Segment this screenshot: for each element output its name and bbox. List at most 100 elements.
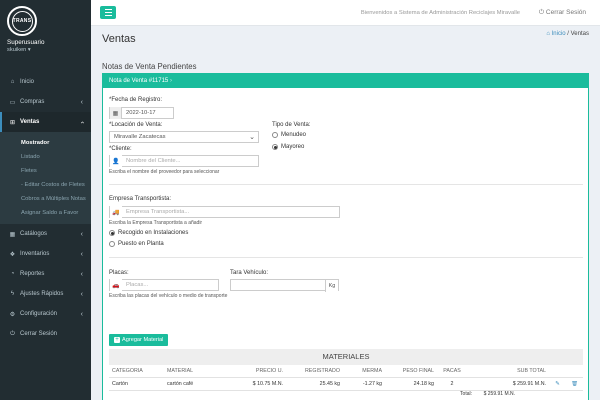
- user-name: Superusuario: [7, 39, 45, 46]
- chart-icon: ◔: [10, 271, 15, 277]
- trash-icon[interactable]: 🗑: [566, 381, 583, 387]
- sidebar-item-label: Compras: [20, 99, 45, 105]
- table-header: CATEGORÍA MATERIAL PRECIO U. REGISTRADO …: [109, 365, 583, 378]
- sidebar-item-label: Ventas: [20, 119, 40, 125]
- sidebar-item-inicio[interactable]: ⌂ Inicio: [0, 72, 91, 92]
- logout-link[interactable]: ⏻ Cerrar Sesión: [539, 9, 586, 17]
- submenu-editar-costos-fletes[interactable]: - Editar Costos de Fletes: [0, 178, 91, 192]
- total-value: $ 259.91 M.N.: [483, 391, 515, 397]
- page-title: Ventas: [102, 33, 136, 45]
- user-menu-toggle[interactable]: skuiken ▾: [7, 47, 85, 53]
- chevron-down-icon: ⌄: [249, 134, 255, 141]
- sidebar-item-label: Cerrar Sesión: [20, 331, 58, 337]
- card-header: Nota de Venta #11715 ›: [103, 74, 588, 88]
- transportista-help: Escriba la Empresa Transportista a añadi…: [109, 220, 203, 226]
- sidebar-item-label: Inventarios: [20, 251, 50, 257]
- cell-peso-final: 24.18 kg: [413, 381, 434, 387]
- breadcrumb-home[interactable]: ⌂ Inicio: [546, 31, 565, 37]
- power-icon: ⏻: [538, 9, 545, 16]
- cell-precio: $ 10.75 M.N.: [252, 381, 283, 387]
- plus-icon: +: [114, 337, 120, 343]
- cubes-icon: ❖: [9, 251, 16, 258]
- home-icon: ⌂: [546, 31, 550, 37]
- menu-toggle-button[interactable]: [100, 6, 116, 19]
- divider: [109, 184, 583, 185]
- cliente-help: Escriba el nombre del proveedor para sel…: [109, 169, 220, 175]
- ventas-submenu: Mostrador Listado Fletes - Editar Costos…: [0, 132, 91, 224]
- placas-help: Escriba las placas del vehículo o medio …: [109, 293, 228, 299]
- home-icon: ⌂: [10, 79, 15, 85]
- sidebar-item-compras[interactable]: ▭ Compras ‹: [0, 92, 91, 112]
- breadcrumb-current: Ventas: [570, 31, 589, 37]
- car-icon: 🚗: [110, 279, 122, 291]
- cliente-label: *Cliente:: [109, 146, 132, 152]
- chevron-left-icon: ‹: [80, 230, 83, 238]
- total-row: Total: $ 259.91 M.N.: [109, 391, 583, 400]
- radio-menudeo[interactable]: Menudeo: [272, 132, 306, 138]
- cell-material: cartón café: [167, 381, 194, 387]
- table-title: MATERIALES: [109, 349, 583, 365]
- sale-note-card: Nota de Venta #11715 › *Fecha de Registr…: [102, 73, 589, 400]
- col-header: MATERIAL: [167, 368, 194, 374]
- tara-input[interactable]: Kg: [230, 279, 339, 292]
- sidebar-item-label: Reportes: [20, 271, 45, 277]
- radio-recogido-instalaciones[interactable]: Recogido en Instalaciones: [109, 230, 188, 236]
- credit-card-icon: ▭: [9, 99, 16, 106]
- chevron-left-icon: ‹: [80, 98, 83, 106]
- table-row: Cartón cartón café $ 10.75 M.N. 25.45 kg…: [109, 378, 583, 391]
- submenu-fletes[interactable]: Fletes: [0, 164, 91, 178]
- transportista-input[interactable]: 🚚 Empresa Transportista...: [109, 206, 340, 218]
- submenu-asignar-saldo[interactable]: Asignar Saldo a Favor: [0, 206, 91, 220]
- company-logo: TRANS: [7, 6, 37, 36]
- sidebar-item-label: Inicio: [20, 79, 35, 85]
- gear-icon: ⚙: [9, 311, 16, 318]
- section-title: Notas de Venta Pendientes: [102, 62, 197, 71]
- bolt-icon: ϟ: [10, 291, 15, 297]
- grid-icon: ▦: [9, 231, 16, 238]
- kg-addon: Kg: [325, 280, 338, 292]
- cliente-input[interactable]: 👤 Nombre del Cliente...: [109, 155, 259, 167]
- tipo-venta-label: Tipo de Venta:: [272, 122, 311, 128]
- edit-icon[interactable]: ✎: [549, 381, 566, 387]
- brand-area: TRANS Superusuario skuiken ▾: [0, 0, 91, 63]
- cart-icon: ⊞: [9, 119, 16, 126]
- submenu-cobros-multiples[interactable]: Cobros a Múltiples Notas: [0, 192, 91, 206]
- radio-puesto-planta[interactable]: Puesto en Planta: [109, 241, 164, 247]
- add-material-button[interactable]: + Agregar Material: [109, 334, 169, 346]
- col-header: PRECIO U.: [255, 368, 283, 374]
- radio-mayoreo[interactable]: Mayoreo: [272, 144, 304, 150]
- col-header: REGISTRADO: [304, 368, 340, 374]
- chevron-left-icon: ‹: [80, 310, 83, 318]
- sidebar-item-cerrar-sesion[interactable]: ⏻ Cerrar Sesión: [0, 324, 91, 344]
- breadcrumb: ⌂ Inicio / Ventas: [546, 31, 589, 37]
- col-header: CATEGORÍA: [112, 368, 143, 374]
- sidebar-item-ventas[interactable]: ⊞ Ventas ‹: [0, 112, 91, 132]
- truck-icon: 🚚: [110, 206, 122, 218]
- submenu-listado[interactable]: Listado: [0, 150, 91, 164]
- col-header: SUB TOTAL: [517, 368, 546, 374]
- divider: [109, 257, 583, 258]
- locacion-select[interactable]: Miravalle Zacatecas ⌄: [109, 131, 259, 143]
- placas-label: Placas:: [109, 270, 129, 276]
- power-icon: ⏻: [10, 330, 15, 337]
- sidebar-menu: ⌂ Inicio ▭ Compras ‹ ⊞ Ventas ‹ Mostrado…: [0, 72, 91, 344]
- welcome-message: Bienvenidos a Sistema de Administración …: [360, 10, 520, 16]
- calendar-icon: ▦: [110, 107, 122, 119]
- cell-categoria: Cartón: [112, 381, 128, 387]
- chevron-left-icon: ‹: [80, 250, 83, 258]
- sidebar-item-ajustes-rapidos[interactable]: ϟ Ajustes Rápidos ‹: [0, 284, 91, 304]
- locacion-label: *Locación de Venta:: [109, 122, 163, 128]
- tara-label: Tara Vehículo:: [230, 270, 269, 276]
- chevron-down-icon: ‹: [78, 120, 86, 124]
- sidebar: TRANS Superusuario skuiken ▾ ⌂ Inicio ▭ …: [0, 0, 91, 400]
- sidebar-item-inventarios[interactable]: ❖ Inventarios ‹: [0, 244, 91, 264]
- sidebar-item-catalogos[interactable]: ▦ Catálogos ‹: [0, 224, 91, 244]
- chevron-left-icon: ‹: [80, 290, 83, 298]
- placas-input[interactable]: 🚗 Placas...: [109, 279, 219, 291]
- transportista-label: Empresa Transportista:: [109, 196, 172, 202]
- top-navbar: Bienvenidos a Sistema de Administración …: [91, 0, 600, 26]
- submenu-mostrador[interactable]: Mostrador: [0, 136, 91, 150]
- fecha-field[interactable]: ▦ 2022-10-17: [109, 107, 174, 119]
- sidebar-item-configuracion[interactable]: ⚙ Configuración ‹: [0, 304, 91, 324]
- sidebar-item-reportes[interactable]: ◔ Reportes ‹: [0, 264, 91, 284]
